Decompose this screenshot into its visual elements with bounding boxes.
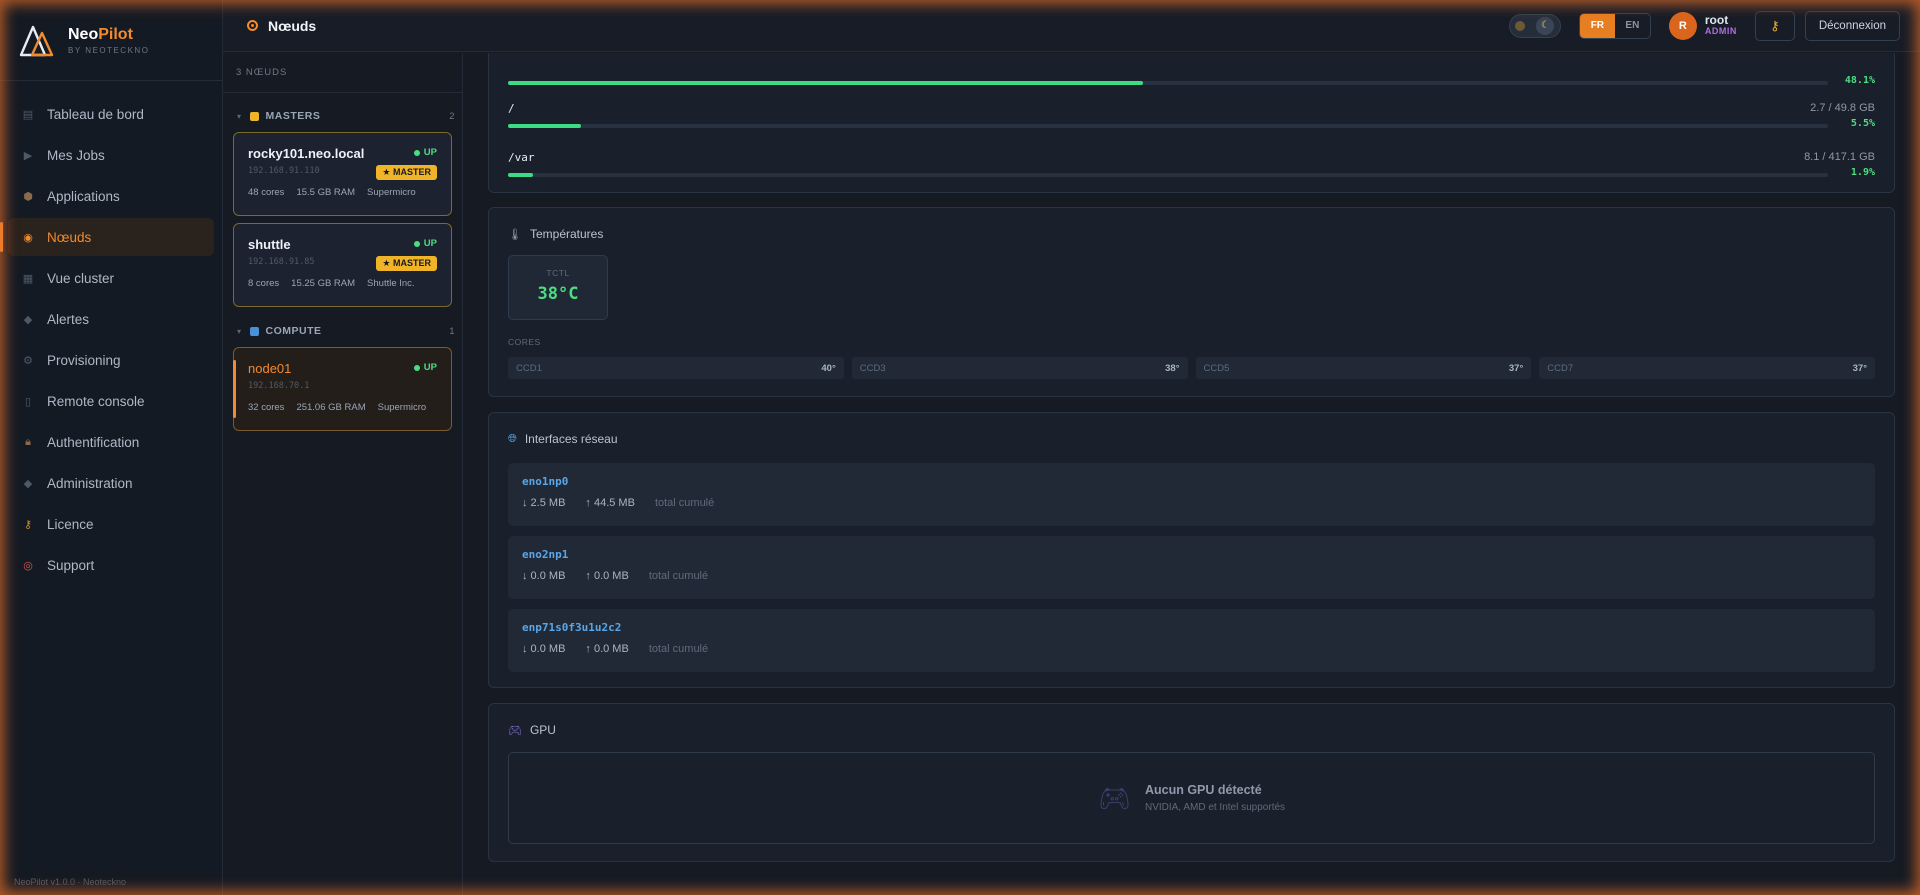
core-temp-ccd7: CCD7 37° xyxy=(1539,357,1875,379)
alert-icon: ◆ xyxy=(23,313,33,326)
nodes-panel: 3 NŒUDS ▾ MASTERS 2 rocky101.neo.local 1… xyxy=(223,53,463,895)
console-icon: ▯ xyxy=(24,395,32,408)
gpu-empty-state: 🎮︎ Aucun GPU détecté NVIDIA, AMD et Inte… xyxy=(508,752,1875,844)
user-name: root xyxy=(1704,13,1729,27)
main-nav: ▤ Tableau de bord ▶ Mes Jobs ⬢ Applications… xyxy=(0,81,222,584)
disk-usage-bar xyxy=(508,173,1828,177)
brand[interactable]: NeoPilot BY NEOTECKNO xyxy=(0,0,222,81)
play-icon: ▶ xyxy=(23,149,33,162)
node-icon xyxy=(247,20,258,31)
node-card-node01[interactable]: node01 192.168.70.1 32 cores 251.06 GB R… xyxy=(233,347,452,431)
nav-item-provisioning[interactable]: ⚙ Provisioning xyxy=(8,341,214,379)
gamepad-icon: 🎮︎ xyxy=(1097,782,1131,813)
key-icon: ⚷ xyxy=(23,518,33,531)
core-temp-ccd1: CCD1 40° xyxy=(508,357,844,379)
avatar: R xyxy=(1668,11,1697,40)
group-header-compute[interactable]: ▾ COMPUTE 1 xyxy=(223,321,462,341)
node-card-shuttle[interactable]: shuttle 192.168.91.85 8 cores 15.25 GB R… xyxy=(233,223,452,307)
lifebuoy-icon: ◎ xyxy=(23,559,33,572)
nav-item-alerts[interactable]: ◆ Alertes xyxy=(8,300,214,338)
diamond-icon: ◆ xyxy=(23,477,33,490)
license-key-button[interactable]: ⚷ xyxy=(1754,10,1795,41)
lock-icon: 🔒︎ xyxy=(25,435,31,448)
gamepad-icon: 🎮︎ xyxy=(508,724,522,737)
node-icon: ◉ xyxy=(23,231,33,244)
nodes-count: 3 NŒUDS xyxy=(223,53,462,93)
status-badge: UP xyxy=(414,238,437,249)
gpu-card: 🎮︎ GPU 🎮︎ Aucun GPU détecté NVIDIA, AMD … xyxy=(488,703,1895,862)
key-icon: ⚷ xyxy=(1770,17,1780,33)
user-menu[interactable]: R root ADMIN xyxy=(1668,11,1737,40)
brand-subtitle: BY NEOTECKNO xyxy=(68,45,150,55)
disk-usage-bar xyxy=(508,124,1828,128)
disk-usage-bar xyxy=(508,81,1828,85)
nav-item-license[interactable]: ⚷ Licence xyxy=(8,505,214,543)
nav-item-cluster[interactable]: ▦ Vue cluster xyxy=(8,259,214,297)
group-color-swatch xyxy=(249,326,259,336)
nav-item-applications[interactable]: ⬢ Applications xyxy=(8,177,214,215)
lang-fr-button[interactable]: FR xyxy=(1579,13,1615,38)
core-temp-ccd3: CCD3 38° xyxy=(851,357,1188,379)
nav-item-nodes[interactable]: ◉ Nœuds xyxy=(0,218,214,256)
nav-item-jobs[interactable]: ▶ Mes Jobs xyxy=(8,136,214,174)
core-temp-ccd5: CCD5 37° xyxy=(1195,357,1532,379)
sun-icon xyxy=(1515,20,1526,31)
disk-card: 48.1% / 2.7 / 49.8 GB 5.5% /var 8.1 / 41… xyxy=(488,53,1895,193)
moon-icon: ☾ xyxy=(1536,16,1555,35)
status-badge: UP xyxy=(414,147,437,158)
master-badge: ★ MASTER xyxy=(376,256,437,271)
group-color-swatch xyxy=(249,111,259,121)
gear-icon: ⚙ xyxy=(23,354,33,367)
disk-usage-fill xyxy=(508,173,534,177)
interface-eno2np1: eno2np1 ↓ 0.0 MB ↑ 0.0 MB total cumulé xyxy=(508,536,1875,599)
disk-usage-fill xyxy=(508,81,1143,85)
version-footer: NeoPilot v1.0.0 · Neoteckno xyxy=(14,877,127,887)
thermometer-icon: 🌡︎ xyxy=(508,228,522,241)
chevron-down-icon: ▾ xyxy=(237,111,242,121)
grid-icon: ▦ xyxy=(22,272,34,285)
node-detail[interactable]: 48.1% / 2.7 / 49.8 GB 5.5% /var 8.1 / 41… xyxy=(464,53,1908,895)
nav-item-auth[interactable]: 🔒︎ Authentification xyxy=(8,423,214,461)
master-badge: ★ MASTER xyxy=(376,165,437,180)
disk-row-var: /var 8.1 / 417.1 GB 1.9% xyxy=(508,151,1875,178)
status-badge: UP xyxy=(414,362,437,373)
globe-icon: 🌐︎ xyxy=(508,432,517,445)
logo-icon xyxy=(19,25,54,57)
chevron-down-icon: ▾ xyxy=(237,326,242,336)
topbar: Nœuds ☾ FR EN R root ADMIN ⚷ Déconnexion xyxy=(223,0,1920,52)
dashboard-icon: ▤ xyxy=(22,108,34,121)
sidebar: NeoPilot BY NEOTECKNO ▤ Tableau de bord ▶… xyxy=(0,0,223,895)
cube-icon: ⬢ xyxy=(23,190,33,203)
network-card: 🌐︎ Interfaces réseau eno1np0 ↓ 2.5 MB ↑ … xyxy=(488,412,1895,688)
nav-item-dashboard[interactable]: ▤ Tableau de bord xyxy=(8,95,214,133)
logout-button[interactable]: Déconnexion xyxy=(1804,10,1900,41)
tctl-tile: TCTL 38°C xyxy=(508,255,608,320)
theme-toggle[interactable]: ☾ xyxy=(1508,13,1561,38)
temperatures-card: 🌡︎ Températures TCTL 38°C CORES CCD1 40° … xyxy=(488,207,1895,397)
user-role: ADMIN xyxy=(1704,26,1737,36)
language-switch: FR EN xyxy=(1578,12,1651,39)
disk-row-root: / 2.7 / 49.8 GB 5.5% xyxy=(508,102,1875,129)
nav-item-support[interactable]: ◎ Support xyxy=(8,546,214,584)
group-header-masters[interactable]: ▾ MASTERS 2 xyxy=(223,106,462,126)
interface-eno1np0: eno1np0 ↓ 2.5 MB ↑ 44.5 MB total cumulé xyxy=(508,463,1875,526)
page-title: Nœuds xyxy=(247,18,316,34)
lang-en-button[interactable]: EN xyxy=(1615,14,1650,38)
brand-name: NeoPilot xyxy=(68,25,133,43)
disk-usage-fill xyxy=(508,124,581,128)
interface-enp71s0f3u1u2c2: enp71s0f3u1u2c2 ↓ 0.0 MB ↑ 0.0 MB total … xyxy=(508,609,1875,672)
nav-item-remote-console[interactable]: ▯ Remote console xyxy=(8,382,214,420)
node-card-rocky101[interactable]: rocky101.neo.local 192.168.91.110 48 cor… xyxy=(233,132,452,216)
nav-item-administration[interactable]: ◆ Administration xyxy=(8,464,214,502)
